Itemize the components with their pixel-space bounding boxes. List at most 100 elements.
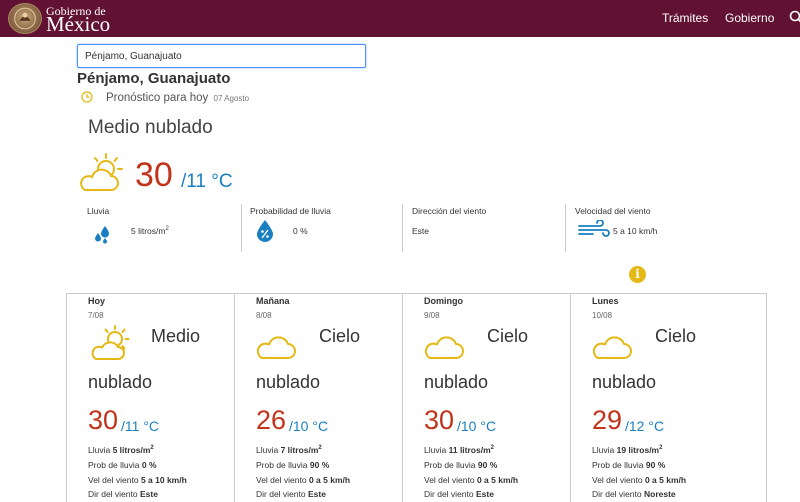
- clock-icon: [81, 91, 93, 103]
- stat-prob-value: 0 %: [293, 226, 308, 236]
- card-condition-line1: Cielo: [319, 326, 361, 346]
- stat-rain-value: 5 litros/m2: [131, 226, 169, 236]
- stat-wind-direction: Dirección del viento Este: [412, 206, 562, 254]
- location-title: Pénjamo, Guanajuato: [77, 70, 231, 87]
- stat-rain-label: Lluvia: [87, 206, 110, 216]
- coat-of-arms-logo[interactable]: [8, 3, 42, 34]
- stat-rain-unit-sup: 2: [165, 226, 169, 233]
- gov-header: Gobierno de México Trámites Gobierno: [0, 0, 800, 37]
- card-day-name: Hoy: [88, 296, 106, 306]
- card-dir-label: Dir del viento: [256, 489, 306, 499]
- card-rain: Lluvia 19 litros/m2: [592, 445, 662, 455]
- card-temp-max: 30: [88, 405, 119, 435]
- card-dir-label: Dir del viento: [424, 489, 474, 499]
- card-prob-value: 90 %: [645, 460, 666, 470]
- card-wind-value: 5 a 10 km/h: [140, 475, 187, 485]
- stat-prob-label: Probabilidad de lluvia: [250, 206, 331, 216]
- forecast-label: Pronóstico para hoy 07 Agosto: [106, 92, 249, 104]
- current-condition: Medio nublado: [88, 117, 213, 138]
- card-prob-value: 90 %: [477, 460, 498, 470]
- card-rain-value: 7 litros/m: [280, 445, 319, 455]
- card-wind-label: Vel del viento: [592, 475, 643, 485]
- card-rain: Lluvia 7 litros/m2: [256, 445, 322, 455]
- card-wind-label: Vel del viento: [256, 475, 307, 485]
- card-condition-line1: Cielo: [655, 326, 697, 346]
- card-temp-min: /11 °C: [121, 418, 160, 434]
- stat-wind-speed: Velocidad del viento 5 a 10 km/h: [575, 206, 725, 254]
- stat-divider: [241, 204, 242, 252]
- card-dir-value: Este: [307, 489, 326, 499]
- current-temp-min: /11 °C: [181, 171, 233, 192]
- card-rain-sup: 2: [318, 445, 322, 452]
- stat-windspeed-label: Velocidad del viento: [575, 206, 651, 216]
- card-rain-value: 11 litros/m: [448, 445, 491, 455]
- forecast-label-text: Pronóstico para hoy: [106, 92, 209, 104]
- card-rain-sup: 2: [490, 445, 494, 452]
- stat-rain: Lluvia 5 litros/m2: [87, 206, 237, 254]
- card-rain-probability: Prob de lluvia 90 %: [424, 460, 497, 470]
- card-condition-line2: nublado: [424, 372, 489, 392]
- card-rain: Lluvia 5 litros/m2: [88, 445, 154, 455]
- stat-divider: [402, 204, 403, 252]
- nav-link-gobierno[interactable]: Gobierno: [725, 11, 774, 25]
- partly-cloudy-icon: [91, 325, 130, 360]
- card-wind-value: 0 a 5 km/h: [308, 475, 351, 485]
- card-rain-label: Lluvia: [592, 445, 615, 455]
- card-rain-probability: Prob de lluvia 90 %: [592, 460, 665, 470]
- day-card-1: Mañana 8/08 Cielo nublado 26 /10 °C Lluv…: [234, 294, 402, 502]
- current-temp-max: 30: [135, 156, 173, 194]
- info-icon[interactable]: i: [629, 266, 646, 283]
- card-prob-label: Prob de lluvia: [256, 460, 308, 470]
- card-condition-line1: Medio: [151, 326, 201, 346]
- cloud-icon: [592, 336, 632, 359]
- wind-icon: [578, 220, 610, 237]
- card-dir-label: Dir del viento: [592, 489, 642, 499]
- card-dir-label: Dir del viento: [88, 489, 138, 499]
- card-rain: Lluvia 11 litros/m2: [424, 445, 494, 455]
- location-search-input[interactable]: [77, 44, 366, 68]
- card-temp-min: /12 °C: [625, 418, 665, 434]
- card-date: 8/08: [256, 311, 272, 320]
- stat-winddir-label: Dirección del viento: [412, 206, 487, 216]
- card-rain-probability: Prob de lluvia 0 %: [88, 460, 157, 470]
- card-wind-speed: Vel del viento 0 a 5 km/h: [592, 475, 686, 485]
- nav-link-tramites[interactable]: Trámites: [662, 11, 708, 25]
- card-temp-min: /10 °C: [457, 418, 497, 434]
- card-wind-value: 0 a 5 km/h: [644, 475, 687, 485]
- card-wind-speed: Vel del viento 0 a 5 km/h: [424, 475, 518, 485]
- card-prob-label: Prob de lluvia: [592, 460, 644, 470]
- rain-probability-icon: [257, 220, 273, 242]
- search-icon[interactable]: [789, 10, 800, 24]
- raindrops-icon: [95, 226, 109, 244]
- card-condition-line2: nublado: [256, 372, 321, 392]
- card-wind-label: Vel del viento: [88, 475, 139, 485]
- card-temp-min: /10 °C: [289, 418, 329, 434]
- day-card-3: Lunes 10/08 Cielo nublado 29 /12 °C Lluv…: [570, 294, 767, 502]
- card-prob-label: Prob de lluvia: [424, 460, 476, 470]
- card-wind-speed: Vel del viento 0 a 5 km/h: [256, 475, 350, 485]
- partly-cloudy-icon: [80, 153, 123, 191]
- card-wind-label: Vel del viento: [424, 475, 475, 485]
- card-date: 7/08: [88, 311, 104, 320]
- card-condition-line2: nublado: [88, 372, 153, 392]
- card-rain-value: 19 litros/m: [616, 445, 660, 455]
- card-wind-direction: Dir del viento Este: [424, 489, 494, 499]
- card-wind-direction: Dir del viento Noreste: [592, 489, 676, 499]
- card-day-name: Lunes: [592, 296, 619, 306]
- card-rain-value: 5 litros/m: [112, 445, 151, 455]
- card-wind-direction: Dir del viento Este: [88, 489, 158, 499]
- card-prob-label: Prob de lluvia: [88, 460, 140, 470]
- day-card-0: Hoy 7/08 Medio nublado 30 /11 °C Lluvia …: [66, 294, 234, 502]
- card-wind-speed: Vel del viento 5 a 10 km/h: [88, 475, 187, 485]
- card-date: 10/08: [592, 311, 613, 320]
- card-dir-value: Noreste: [643, 489, 676, 499]
- card-rain-sup: 2: [150, 445, 154, 452]
- brand-title-big[interactable]: México: [46, 14, 110, 35]
- card-rain-sup: 2: [659, 445, 663, 452]
- card-day-name: Mañana: [256, 296, 290, 306]
- forecast-date: 07 Agosto: [213, 94, 250, 103]
- card-temp-max: 30: [424, 405, 455, 435]
- card-wind-direction: Dir del viento Este: [256, 489, 326, 499]
- card-date: 9/08: [424, 311, 440, 320]
- stat-divider: [565, 204, 566, 252]
